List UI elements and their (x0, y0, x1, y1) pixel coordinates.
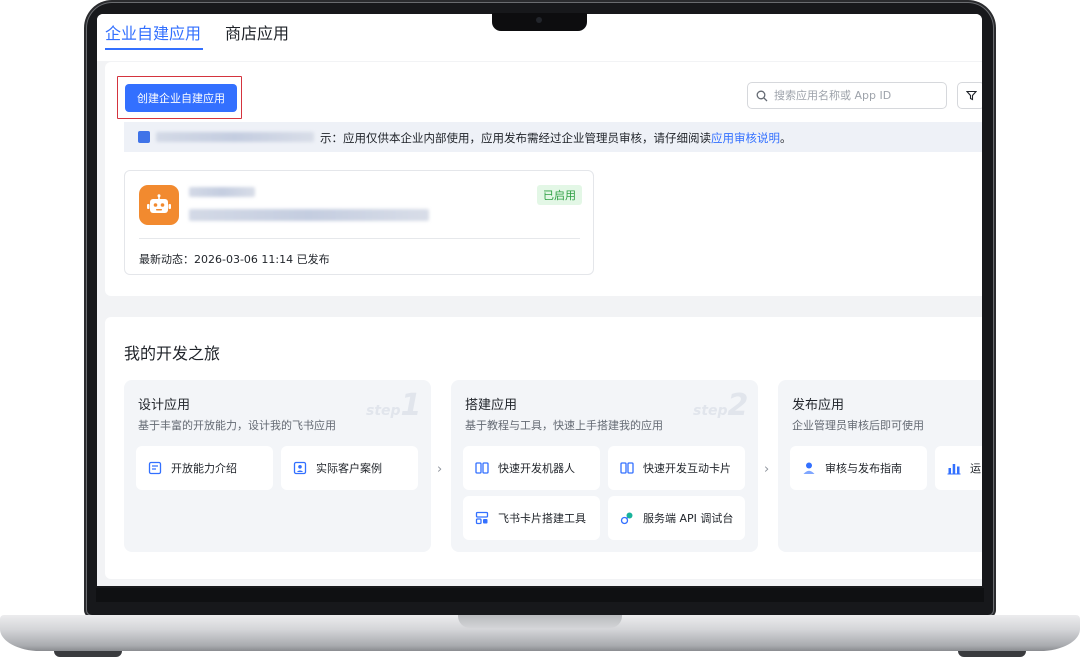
journey-title: 我的开发之旅 (124, 344, 221, 363)
action-operations[interactable]: 运 (935, 446, 982, 490)
chevron-right-icon: › (437, 462, 443, 477)
action-label: 快速开发互动卡片 (643, 462, 731, 475)
step-desc: 企业管理员审核后即可使用 (792, 419, 924, 432)
action-label: 实际客户案例 (316, 462, 382, 475)
camera-icon (536, 17, 542, 23)
step-watermark-word: step (693, 403, 728, 419)
filter-icon (965, 90, 977, 101)
step-watermark: step1 (366, 388, 421, 423)
user-card-icon (293, 461, 307, 475)
action-label: 开放能力介绍 (171, 462, 237, 475)
action-quick-bot[interactable]: 快速开发机器人 (463, 446, 600, 490)
notice-message: 示：应用仅供本企业内部使用，应用发布需经过企业管理员审核，请仔细阅读 (320, 131, 711, 145)
search-icon (756, 90, 768, 101)
search-input[interactable] (774, 89, 934, 102)
screen: 企业自建应用 商店应用 创建企业自建应用 示：应用仅供本企业内部使用，应用发布需… (97, 14, 982, 586)
action-label: 快速开发机器人 (498, 462, 575, 475)
step-watermark-number: 2 (727, 388, 749, 423)
step-watermark: step2 (693, 388, 748, 423)
review-guide-link[interactable]: 应用审核说明 (711, 131, 780, 145)
tab-store-apps[interactable]: 商店应用 (225, 20, 289, 44)
bottom-bezel (96, 588, 984, 602)
step-build: 搭建应用 基于教程与工具，快速上手搭建我的应用 step2 快速开发机器人 快速… (451, 380, 758, 552)
link-icon (620, 512, 633, 525)
base-notch (458, 615, 622, 628)
notice-suffix: 。 (780, 131, 792, 145)
app-avatar (139, 185, 179, 225)
step-title: 搭建应用 (465, 398, 518, 413)
action-card-builder[interactable]: 飞书卡片搭建工具 (463, 496, 600, 540)
user-icon (803, 462, 815, 474)
laptop-foot-left (54, 651, 122, 657)
search-box[interactable] (747, 82, 947, 109)
robot-icon (147, 194, 171, 213)
step-watermark-number: 1 (400, 388, 422, 423)
card-divider (139, 238, 580, 239)
redacted-text (156, 132, 314, 142)
step-title: 设计应用 (138, 398, 191, 413)
redacted-app-desc (189, 209, 429, 221)
tab-internal-apps[interactable]: 企业自建应用 (105, 20, 201, 44)
active-tab-underline (105, 48, 203, 50)
laptop-base (0, 615, 1080, 651)
redacted-app-name (189, 187, 255, 197)
notice-bar: 示：应用仅供本企业内部使用，应用发布需经过企业管理员审核，请仔细阅读应用审核说明… (124, 122, 982, 152)
step-watermark-word: step (366, 403, 401, 419)
action-label: 服务端 API 调试台 (643, 512, 734, 525)
step-desc: 基于教程与工具，快速上手搭建我的应用 (465, 419, 663, 432)
action-label: 审核与发布指南 (825, 462, 902, 475)
book-icon (475, 462, 489, 474)
action-label: 运 (970, 462, 981, 475)
action-quick-card[interactable]: 快速开发互动卡片 (608, 446, 745, 490)
layout-icon (475, 511, 489, 525)
action-review-guide[interactable]: 审核与发布指南 (790, 446, 927, 490)
step-title: 发布应用 (792, 398, 845, 413)
info-icon (138, 131, 150, 143)
step-desc: 基于丰富的开放能力，设计我的飞书应用 (138, 419, 336, 432)
action-api-console[interactable]: 服务端 API 调试台 (608, 496, 745, 540)
notice-text: 示：应用仅供本企业内部使用，应用发布需经过企业管理员审核，请仔细阅读应用审核说明… (320, 130, 792, 146)
camera-notch (492, 13, 587, 31)
step-publish: 发布应用 企业管理员审核后即可使用 审核与发布指南 运 (778, 380, 982, 552)
action-label: 飞书卡片搭建工具 (498, 512, 586, 525)
status-badge: 已启用 (537, 185, 582, 205)
action-customer-cases[interactable]: 实际客户案例 (281, 446, 418, 490)
latest-activity: 最新动态：2026-03-06 11:14 已发布 (139, 253, 330, 266)
create-internal-app-button[interactable]: 创建企业自建应用 (125, 84, 237, 112)
bar-chart-icon (947, 464, 961, 475)
action-open-capabilities[interactable]: 开放能力介绍 (136, 446, 273, 490)
app-card[interactable]: 已启用 最新动态：2026-03-06 11:14 已发布 (124, 170, 594, 275)
book-icon (620, 462, 634, 474)
filter-button[interactable] (957, 82, 982, 109)
step-design: 设计应用 基于丰富的开放能力，设计我的飞书应用 step1 开放能力介绍 实际客… (124, 380, 431, 552)
chevron-right-icon: › (764, 462, 770, 477)
laptop-foot-right (958, 651, 1026, 657)
document-icon (148, 461, 162, 475)
